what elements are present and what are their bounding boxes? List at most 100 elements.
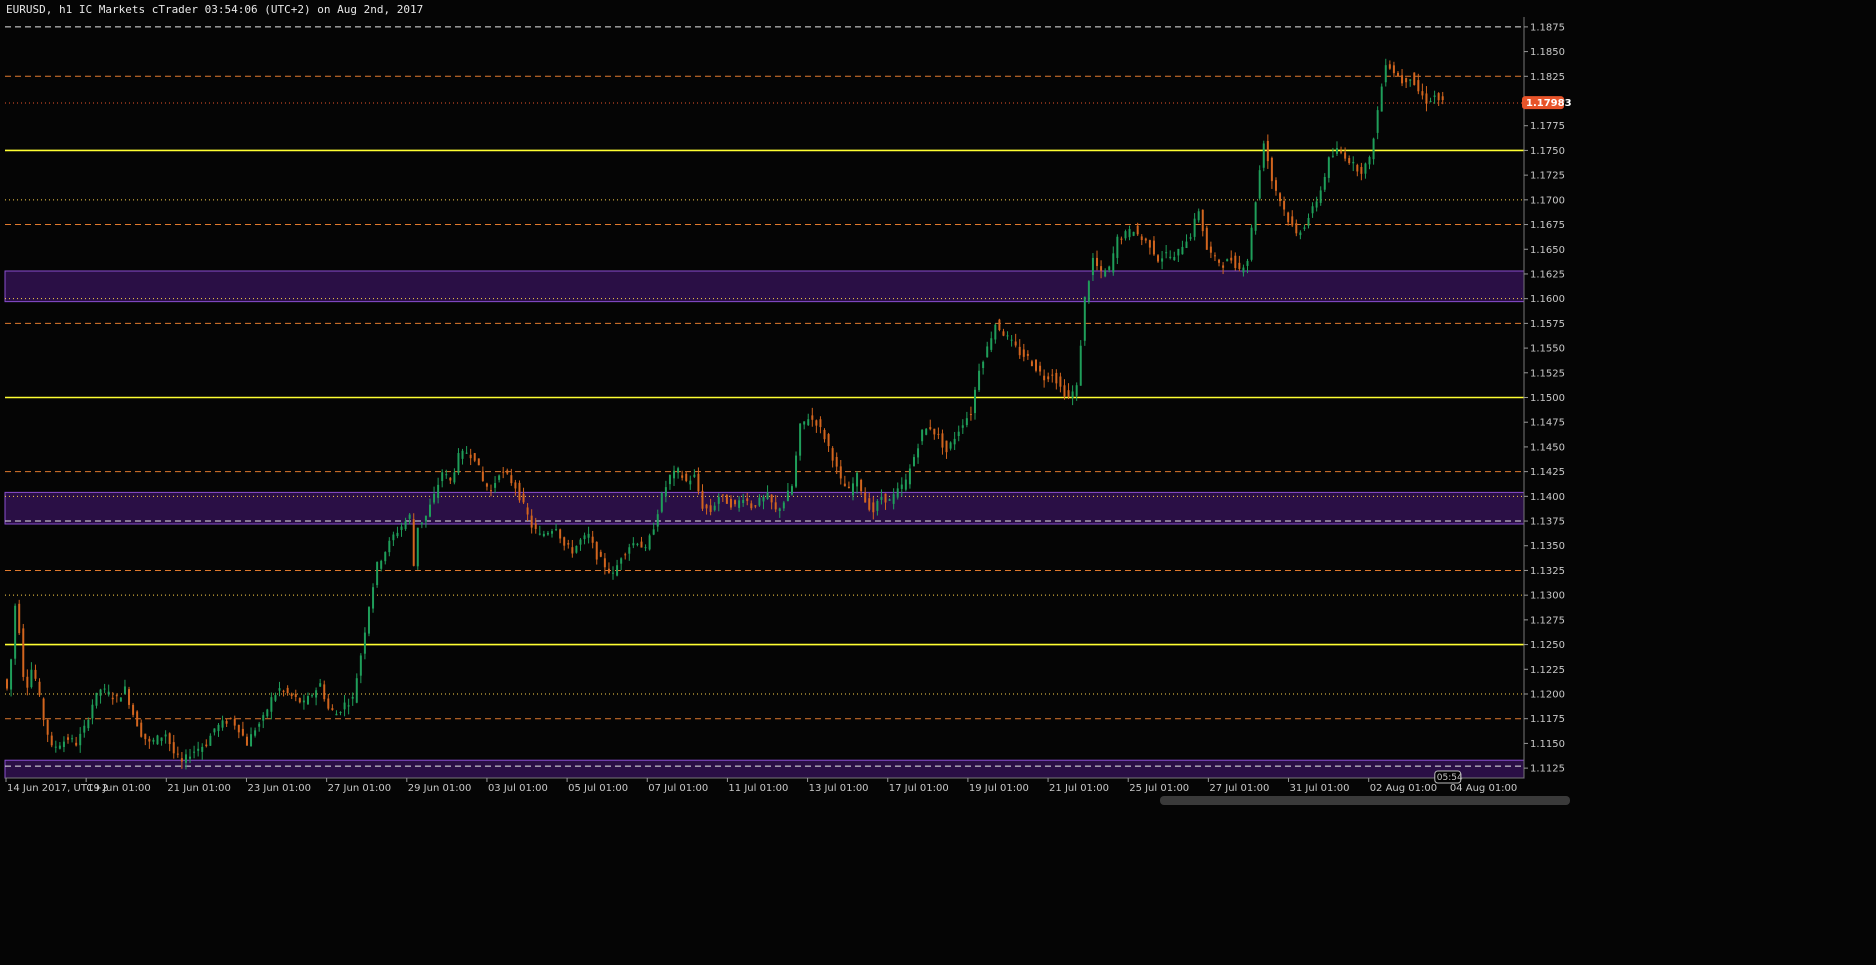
candle-body <box>189 756 192 759</box>
candle-body <box>1116 236 1119 258</box>
price-tick-label: 1.1525 <box>1530 368 1565 379</box>
candle-body <box>1132 231 1135 236</box>
current-price-label: 1.17983 <box>1526 98 1572 109</box>
candle-body <box>660 493 663 512</box>
time-tick-label: 31 Jul 01:00 <box>1290 783 1350 794</box>
candle-body <box>620 558 623 564</box>
time-tick-label: 29 Jun 01:00 <box>408 783 472 794</box>
candle-body <box>1161 258 1164 262</box>
candle-body <box>311 695 314 697</box>
candle-body <box>876 501 879 511</box>
candle-body <box>58 745 61 749</box>
candle-body <box>1165 252 1168 254</box>
candle-body <box>1364 163 1367 174</box>
candle-body <box>376 562 379 586</box>
candle-body <box>790 486 793 495</box>
candle-body <box>546 532 549 535</box>
candle-body <box>343 702 346 710</box>
candle-body <box>445 474 448 476</box>
candle-body <box>99 689 102 696</box>
candle-body <box>494 483 497 488</box>
candle-body <box>778 508 781 511</box>
candle-body <box>1335 148 1338 154</box>
candle-body <box>298 698 301 703</box>
candle-body <box>1311 206 1314 214</box>
candle-body <box>506 470 509 474</box>
candle-body <box>302 700 305 703</box>
candle-body <box>551 531 554 534</box>
candle-body <box>140 722 143 737</box>
candle-body <box>1437 93 1440 101</box>
time-tick-label: 25 Jul 01:00 <box>1129 783 1189 794</box>
candle-body <box>1096 257 1099 266</box>
candle-body <box>274 695 277 701</box>
time-tick-label: 19 Jul 01:00 <box>969 783 1029 794</box>
candle-body <box>978 370 981 391</box>
candle-body <box>998 319 1001 331</box>
candle-body <box>900 484 903 489</box>
candle-body <box>709 505 712 512</box>
candle-body <box>416 527 419 567</box>
candle-body <box>567 543 570 545</box>
candle-body <box>555 529 558 531</box>
candle-body <box>961 425 964 428</box>
candle-body <box>420 522 423 525</box>
candle-body <box>1108 266 1111 270</box>
time-tick-label: 19 Jun 01:00 <box>87 783 151 794</box>
candle-body <box>180 758 183 762</box>
candle-body <box>673 470 676 479</box>
candle-body <box>628 547 631 554</box>
candle-body <box>1030 361 1033 366</box>
candle-body <box>982 361 985 368</box>
candle-body <box>949 442 952 449</box>
candle-body <box>868 498 871 510</box>
candle-body <box>721 494 724 496</box>
candle-body <box>489 490 492 492</box>
candle-body <box>1274 180 1277 191</box>
horizontal-scrollbar[interactable] <box>1160 796 1570 805</box>
candle-body <box>1006 335 1009 337</box>
candle-body <box>412 519 415 566</box>
candle-body <box>1425 93 1428 104</box>
candle-body <box>1441 96 1444 101</box>
price-tick-label: 1.1625 <box>1530 269 1565 280</box>
candle-body <box>624 554 627 556</box>
candle-body <box>758 497 761 506</box>
candle-body <box>571 547 574 554</box>
candle-body <box>441 472 444 482</box>
candle-body <box>335 713 338 716</box>
candle-body <box>1201 209 1204 232</box>
candle-body <box>1234 255 1237 269</box>
candle-body <box>1136 225 1139 235</box>
candle-body <box>433 493 436 503</box>
candle-body <box>201 746 204 752</box>
time-tick-label: 03 Jul 01:00 <box>488 783 548 794</box>
candle-body <box>103 688 106 690</box>
candle-body <box>71 738 74 740</box>
price-tick-label: 1.1225 <box>1530 665 1565 676</box>
candle-body <box>1079 345 1082 386</box>
candle-body <box>795 455 798 487</box>
price-tick-label: 1.1675 <box>1530 220 1565 231</box>
price-chart[interactable]: EURUSD, h1 IC Markets cTrader 03:54:06 (… <box>0 0 1876 965</box>
candle-body <box>1295 223 1298 234</box>
candle-body <box>762 497 765 502</box>
candle-body <box>1055 372 1058 384</box>
candle-body <box>782 502 785 509</box>
candle-body <box>1222 265 1225 268</box>
candle-body <box>969 414 972 416</box>
candle-body <box>111 697 114 700</box>
price-tick-label: 1.1750 <box>1530 146 1565 157</box>
candle-body <box>1169 256 1172 258</box>
candle-body <box>18 603 21 634</box>
candle-body <box>888 499 891 501</box>
candle-body <box>79 733 82 746</box>
candle-body <box>1087 281 1090 302</box>
candle-body <box>1421 91 1424 96</box>
candle-body <box>945 440 948 453</box>
candle-body <box>599 551 602 557</box>
candle-body <box>331 708 334 711</box>
candle-body <box>612 572 615 574</box>
candle-body <box>587 533 590 538</box>
candle-body <box>1124 231 1127 239</box>
